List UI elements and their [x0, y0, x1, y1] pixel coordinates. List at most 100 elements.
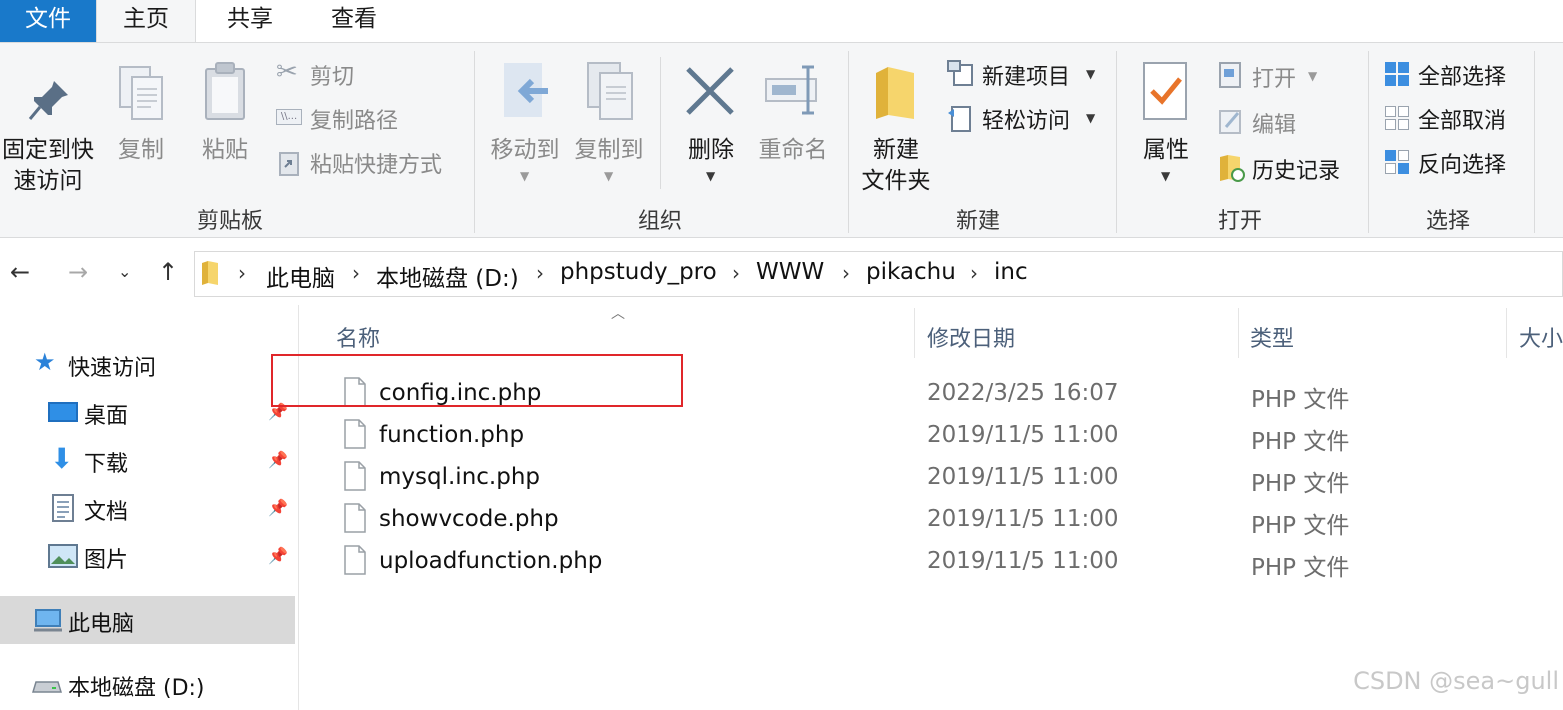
paste-shortcut-button[interactable]: 粘贴快捷方式: [274, 145, 464, 181]
file-type: PHP 文件: [1251, 429, 1350, 455]
breadcrumb-local-disk[interactable]: 本地磁盘 (D:): [376, 259, 519, 293]
new-folder-button[interactable]: 新建 文件夹: [856, 51, 936, 197]
column-divider[interactable]: [1238, 308, 1239, 358]
copy-to-button[interactable]: 复制到 ▼: [568, 51, 650, 183]
breadcrumb-separator-icon: ›: [238, 261, 246, 285]
star-icon: ★: [34, 348, 56, 376]
paste-button[interactable]: 粘贴: [188, 51, 262, 171]
file-name: function.php: [379, 422, 525, 448]
rename-button[interactable]: 重命名: [752, 51, 834, 171]
delete-button[interactable]: 删除 ▼: [674, 51, 748, 183]
easy-access-icon: [948, 106, 971, 132]
breadcrumb-www[interactable]: WWW: [756, 259, 824, 285]
clipboard-icon: [205, 62, 245, 120]
new-item-button[interactable]: 新建项目 ▼: [944, 57, 1102, 93]
copy-icon: [119, 66, 163, 120]
history-button[interactable]: 历史记录: [1216, 151, 1356, 187]
new-folder-icon: [876, 67, 914, 119]
invert-selection-label: 反向选择: [1418, 153, 1507, 178]
column-divider[interactable]: [1506, 308, 1507, 358]
file-date: 2019/11/5 11:00: [927, 464, 1119, 490]
watermark-text: CSDN @sea~gull: [1353, 667, 1559, 695]
paste-shortcut-icon: [279, 152, 299, 176]
history-label: 历史记录: [1252, 159, 1341, 184]
tab-view[interactable]: 查看: [312, 0, 396, 42]
file-icon: [344, 461, 366, 491]
copy-path-button[interactable]: \\... 复制路径: [274, 101, 414, 137]
paste-label: 粘贴: [202, 137, 248, 163]
nav-item-documents[interactable]: 文档 📌: [46, 492, 296, 526]
new-folder-label-1: 新建: [873, 137, 919, 163]
edit-pencil-icon: [1219, 110, 1241, 134]
properties-button[interactable]: 属性 ▼: [1126, 51, 1206, 183]
edit-button[interactable]: 编辑: [1216, 105, 1336, 141]
history-icon: [1220, 155, 1245, 182]
breadcrumb-separator-icon: ›: [352, 261, 360, 285]
file-date: 2019/11/5 11:00: [927, 548, 1119, 574]
file-type: PHP 文件: [1251, 513, 1350, 539]
up-arrow-icon[interactable]: ↑: [158, 258, 178, 286]
select-none-button[interactable]: 全部取消: [1382, 101, 1522, 137]
breadcrumb-inc[interactable]: inc: [994, 259, 1028, 285]
pin-to-quick-access-button[interactable]: 固定到快 速访问: [2, 51, 94, 194]
nav-item-quick-access[interactable]: ★ 快速访问: [30, 348, 280, 382]
new-group-label: 新建: [955, 209, 1000, 234]
select-all-label: 全部选择: [1418, 65, 1507, 90]
column-header-type[interactable]: 类型: [1250, 321, 1294, 353]
tab-file[interactable]: 文件: [0, 0, 96, 42]
organize-group-label: 组织: [637, 209, 682, 234]
copy-path-label: 复制路径: [310, 109, 399, 134]
tab-share[interactable]: 共享: [208, 0, 292, 42]
breadcrumb-separator-icon: ›: [842, 261, 850, 285]
move-to-button[interactable]: 移动到 ▼: [484, 51, 566, 183]
new-item-label: 新建项目: [982, 65, 1071, 90]
breadcrumb-this-pc[interactable]: 此电脑: [266, 259, 335, 293]
invert-selection-icon: [1385, 150, 1409, 174]
delete-label: 删除: [688, 137, 734, 163]
ribbon-divider: [1534, 51, 1535, 233]
column-header-name[interactable]: 名称: [336, 321, 380, 353]
breadcrumb-pikachu[interactable]: pikachu: [866, 259, 956, 285]
file-date: 2019/11/5 11:00: [927, 506, 1119, 532]
file-row[interactable]: showvcode.php 2019/11/5 11:00 PHP 文件: [330, 498, 1563, 540]
nav-item-downloads[interactable]: ⬇ 下载 📌: [46, 442, 296, 478]
open-button[interactable]: 打开 ▼: [1216, 59, 1336, 95]
desktop-icon: [48, 402, 78, 422]
column-divider[interactable]: [914, 308, 915, 358]
recent-locations-chevron-icon[interactable]: ⌄: [118, 262, 131, 281]
ribbon-home: 固定到快 速访问 复制 粘贴 ✂ 剪切 \\... 复制路径 粘贴快捷方式 剪贴…: [0, 42, 1563, 238]
file-row[interactable]: uploadfunction.php 2019/11/5 11:00 PHP 文…: [330, 540, 1563, 582]
pin-icon[interactable]: 📌: [268, 450, 288, 469]
nav-item-desktop[interactable]: 桌面 📌: [46, 396, 296, 430]
pin-icon[interactable]: 📌: [268, 546, 288, 565]
tab-home[interactable]: 主页: [96, 0, 196, 43]
select-all-button[interactable]: 全部选择: [1382, 57, 1522, 93]
breadcrumb-separator-icon: ›: [970, 261, 978, 285]
nav-label: 本地磁盘 (D:): [68, 676, 205, 701]
nav-label: 下载: [84, 452, 129, 477]
cut-button[interactable]: ✂ 剪切: [274, 57, 364, 93]
computer-icon: [34, 609, 62, 632]
breadcrumb-phpstudy-pro[interactable]: phpstudy_pro: [560, 259, 717, 285]
rename-icon: [765, 65, 817, 115]
nav-item-this-pc[interactable]: 此电脑: [30, 604, 280, 638]
pin-icon: [28, 81, 68, 120]
easy-access-button[interactable]: 轻松访问 ▼: [944, 101, 1102, 137]
file-row[interactable]: mysql.inc.php 2019/11/5 11:00 PHP 文件: [330, 456, 1563, 498]
new-folder-label-2: 文件夹: [861, 168, 931, 194]
invert-selection-button[interactable]: 反向选择: [1382, 145, 1522, 181]
move-to-label: 移动到: [490, 137, 560, 163]
ribbon-divider: [660, 57, 661, 189]
file-date: 2019/11/5 11:00: [927, 422, 1119, 448]
nav-item-pictures[interactable]: 图片 📌: [46, 540, 296, 574]
pin-icon[interactable]: 📌: [268, 498, 288, 517]
forward-arrow-icon[interactable]: →: [68, 258, 88, 286]
copy-button[interactable]: 复制: [104, 51, 178, 171]
file-row[interactable]: function.php 2019/11/5 11:00 PHP 文件: [330, 414, 1563, 456]
select-none-label: 全部取消: [1418, 109, 1507, 134]
column-header-modified[interactable]: 修改日期: [927, 321, 1015, 353]
nav-item-local-disk[interactable]: 本地磁盘 (D:): [30, 668, 290, 702]
column-header-size[interactable]: 大小: [1519, 321, 1563, 353]
back-arrow-icon[interactable]: ←: [10, 258, 30, 286]
select-none-icon: [1385, 106, 1409, 130]
